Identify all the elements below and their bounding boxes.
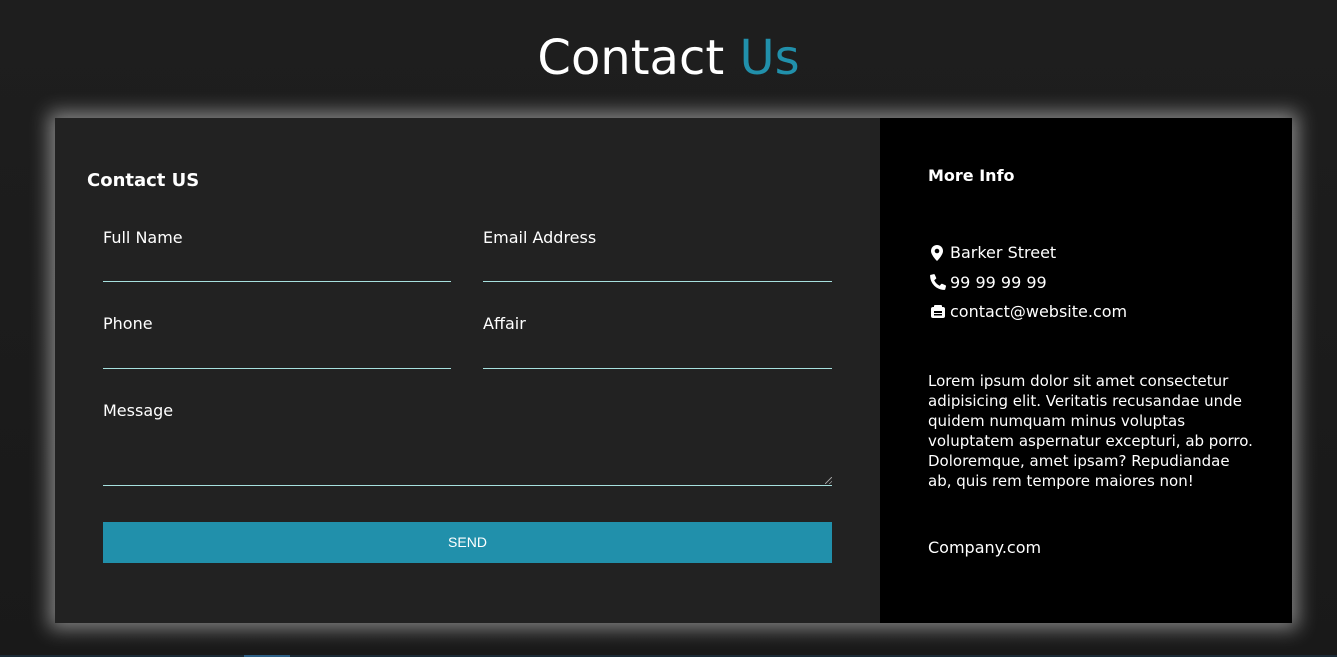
company-link: Company.com bbox=[928, 538, 1042, 557]
phone-label: Phone bbox=[103, 314, 153, 333]
phone-underline bbox=[103, 368, 451, 369]
address-item: Barker Street bbox=[930, 238, 1127, 268]
info-description: Lorem ipsum dolor sit amet consectetur a… bbox=[928, 372, 1253, 490]
contact-form: Contact US Full Name Email Address Phone… bbox=[55, 118, 880, 623]
map-marker-icon bbox=[930, 244, 948, 261]
full-name-underline bbox=[103, 281, 451, 282]
page-title-main: Contact bbox=[537, 30, 725, 86]
full-name-field[interactable]: Full Name bbox=[103, 228, 451, 282]
phone-icon bbox=[930, 274, 948, 291]
email-text: contact@website.com bbox=[950, 302, 1128, 322]
affair-underline bbox=[483, 368, 832, 369]
email-field[interactable]: Email Address bbox=[483, 228, 832, 282]
contact-card: Contact US Full Name Email Address Phone… bbox=[55, 118, 1292, 623]
message-underline bbox=[103, 485, 832, 486]
phone-field[interactable]: Phone bbox=[103, 314, 451, 369]
contact-info-list: Barker Street 99 99 99 99 contact@websit… bbox=[930, 238, 1127, 327]
email-label: Email Address bbox=[483, 228, 597, 247]
page-title: Contact Us bbox=[0, 28, 1337, 88]
email-underline bbox=[483, 281, 832, 282]
page-title-accent: Us bbox=[739, 30, 800, 86]
page: Contact Us Contact US Full Name Email Ad… bbox=[0, 0, 1337, 657]
affair-field[interactable]: Affair bbox=[483, 314, 832, 369]
info-heading: More Info bbox=[928, 166, 1015, 185]
full-name-label: Full Name bbox=[103, 228, 183, 247]
phone-item: 99 99 99 99 bbox=[930, 268, 1127, 298]
more-info-panel: More Info Barker Street 99 99 99 99 cont… bbox=[880, 118, 1292, 623]
message-textarea[interactable]: Message bbox=[103, 401, 832, 486]
phone-text: 99 99 99 99 bbox=[950, 272, 1047, 292]
mail-icon bbox=[930, 304, 948, 320]
affair-label: Affair bbox=[483, 314, 526, 333]
resize-handle-icon[interactable] bbox=[825, 477, 832, 484]
address-text: Barker Street bbox=[950, 243, 1057, 263]
form-heading: Contact US bbox=[87, 170, 200, 191]
message-label: Message bbox=[103, 401, 174, 420]
email-item: contact@website.com bbox=[930, 297, 1127, 327]
send-button[interactable]: SEND bbox=[103, 522, 832, 563]
